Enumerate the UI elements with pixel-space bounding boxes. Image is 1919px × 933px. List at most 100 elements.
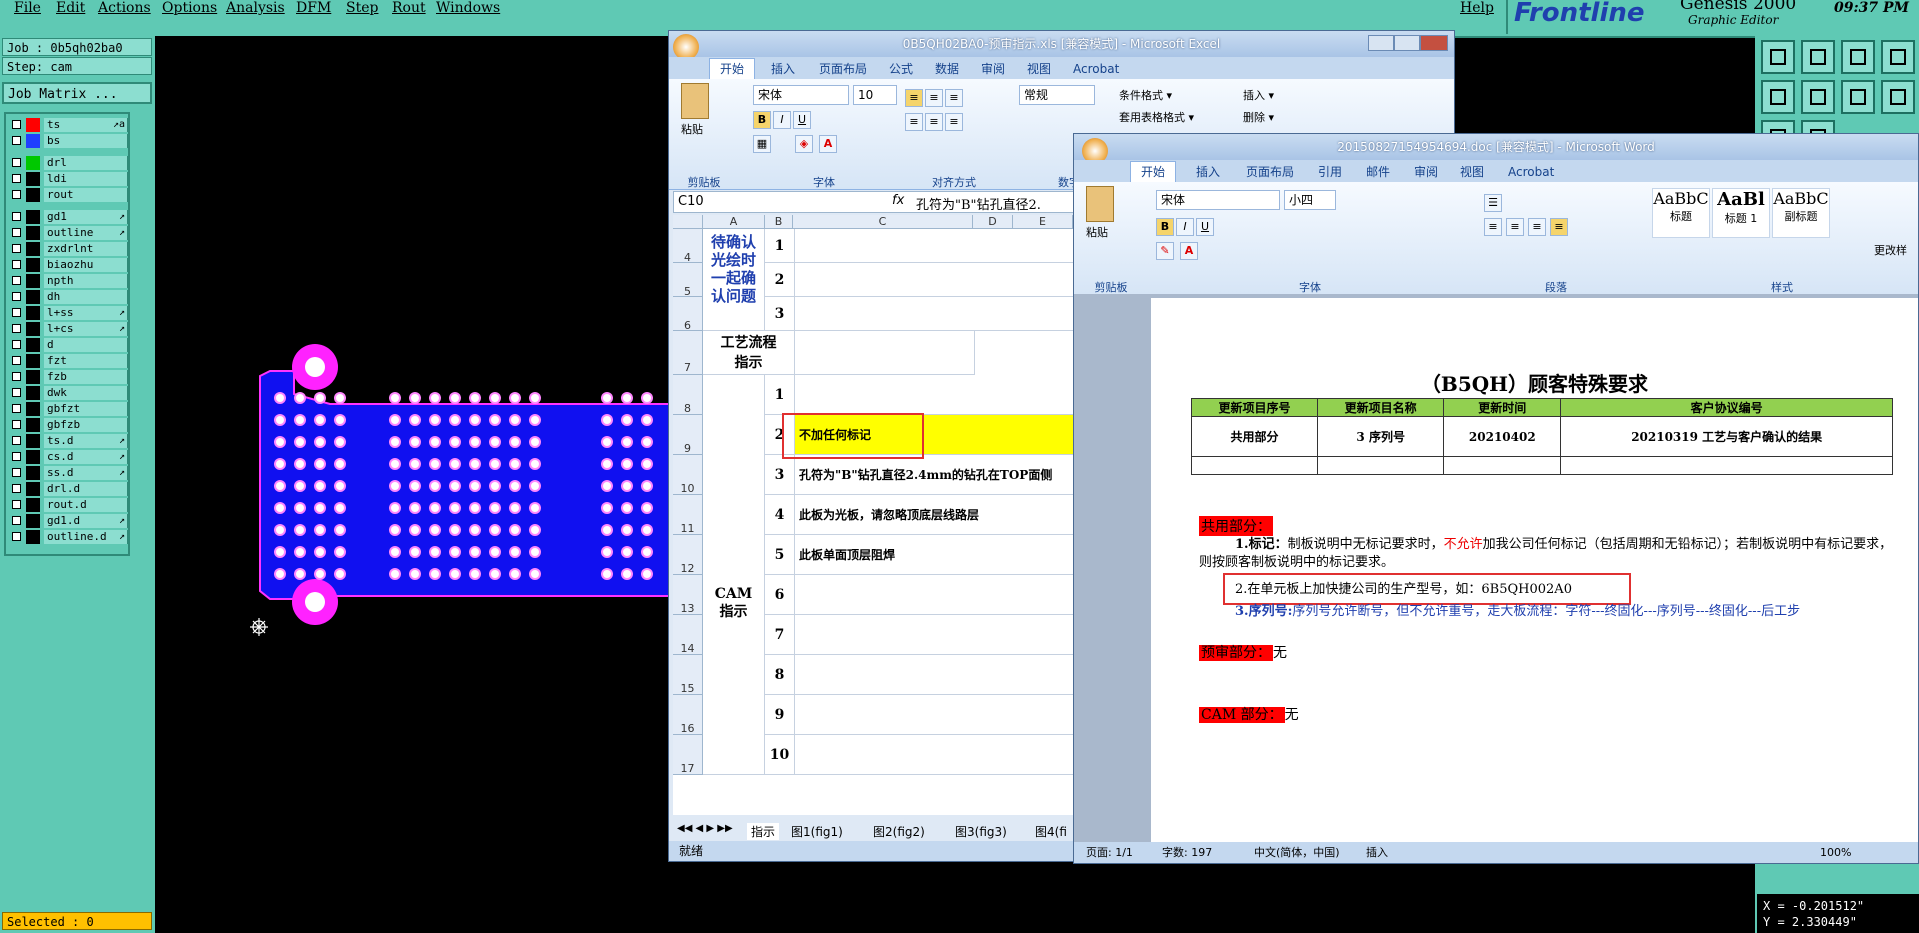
layer-row-dh[interactable]: dh [10,290,128,304]
menu-actions[interactable]: Actions [98,0,151,16]
row-header[interactable]: 15 [673,655,703,695]
cell-b[interactable]: 2 [765,263,795,297]
cell-c[interactable] [795,331,975,375]
sheet-tab-3[interactable]: 图2(fig2) [873,823,925,840]
cell-c[interactable] [795,375,1075,415]
cell-c[interactable]: 此板为光板，请忽略顶底层线路层 [795,495,1075,535]
toolbar-button-swap-icon[interactable] [1841,80,1875,114]
sheet-tab-4[interactable]: 图3(fig3) [955,823,1007,840]
menu-file[interactable]: File [14,0,41,16]
style-heading1[interactable]: AaBl 标题 1 [1712,188,1770,238]
layer-checkbox[interactable] [12,292,21,301]
border-icon[interactable]: ▦ [753,135,771,153]
menu-dfm[interactable]: DFM [296,0,331,16]
layer-checkbox[interactable] [12,372,21,381]
layer-color-swatch[interactable] [26,188,40,202]
step-field[interactable]: Step: cam [2,57,152,75]
layer-checkbox[interactable] [12,276,21,285]
layer-checkbox[interactable] [12,136,21,145]
layer-color-swatch[interactable] [26,258,40,272]
layer-row-npth[interactable]: npth [10,274,128,288]
word-font-name[interactable]: 宋体 [1156,190,1280,210]
layer-checkbox[interactable] [12,356,21,365]
layer-row-rout.d[interactable]: rout.d [10,498,128,512]
layer-color-swatch[interactable] [26,498,40,512]
word-bold-button[interactable]: B [1156,218,1174,236]
cell-b[interactable]: 8 [765,655,795,695]
excel-tab-review[interactable]: 审阅 [971,59,1015,79]
layer-checkbox[interactable] [12,228,21,237]
bullets-icon[interactable]: ☰ [1484,194,1502,212]
layer-row-rout[interactable]: rout [10,188,128,202]
conditional-format-button[interactable]: 条件格式 ▾ [1119,87,1172,103]
layer-checkbox[interactable] [12,436,21,445]
cell-b[interactable]: 6 [765,575,795,615]
word-align-left-icon[interactable]: ≡ [1484,218,1502,236]
layer-color-swatch[interactable] [26,402,40,416]
menu-windows[interactable]: Windows [436,0,500,16]
layer-checkbox[interactable] [12,484,21,493]
layer-checkbox[interactable] [12,452,21,461]
name-box[interactable]: C10 [678,194,828,209]
layer-color-swatch[interactable] [26,354,40,368]
layer-row-gd1.d[interactable]: gd1.d ↗ [10,514,128,528]
word-font-size[interactable]: 小四 [1284,190,1336,210]
layer-row-d[interactable]: d [10,338,128,352]
cell-b[interactable]: 1 [765,375,795,415]
delete-cells-button[interactable]: 删除 ▾ [1243,109,1274,125]
word-align-center-icon[interactable]: ≡ [1506,218,1524,236]
zoom-level[interactable]: 100% [1820,842,1851,863]
layer-row-fzb[interactable]: fzb [10,370,128,384]
layer-color-swatch[interactable] [26,482,40,496]
excel-tab-formulas[interactable]: 公式 [879,59,923,79]
cell-c[interactable] [795,229,1075,263]
layer-color-swatch[interactable] [26,242,40,256]
row-header[interactable]: 11 [673,495,703,535]
layer-checkbox[interactable] [12,500,21,509]
layer-checkbox[interactable] [12,420,21,429]
sheet-nav-icon[interactable]: ◀◀ ◀ ▶ ▶▶ [677,823,733,834]
status-language[interactable]: 中文(简体，中国) [1254,842,1340,863]
layer-checkbox[interactable] [12,190,21,199]
layer-color-swatch[interactable] [26,370,40,384]
align-right-icon[interactable]: ≡ [945,113,963,131]
italic-button[interactable]: I [773,111,791,129]
excel-grid[interactable]: A B C D E 4 5 6 7 8 9 10 11 12 13 14 15 16 17 待确认光绘时一起确认问题工… [673,215,1075,815]
cell-a-confirm[interactable]: 待确认光绘时一起确认问题 [703,229,765,331]
word-tab-page-layout[interactable]: 页面布局 [1236,162,1304,182]
layer-checkbox[interactable] [12,212,21,221]
cell-a-cam[interactable]: CAM指示 [703,375,765,775]
sheet-tab-5[interactable]: 图4(fi [1035,823,1067,840]
excel-tab-page-layout[interactable]: 页面布局 [809,59,877,79]
layer-row-cs.d[interactable]: cs.d ↗ [10,450,128,464]
paste-icon[interactable] [681,83,709,119]
layer-row-gd1[interactable]: gd1 ↗ [10,210,128,224]
word-align-right-icon[interactable]: ≡ [1528,218,1546,236]
layer-checkbox[interactable] [12,516,21,525]
menu-analysis[interactable]: Analysis [226,0,285,16]
cell-c[interactable] [795,655,1075,695]
layer-row-drl[interactable]: drl [10,156,128,170]
layer-color-swatch[interactable] [26,156,40,170]
row-header[interactable]: 5 [673,263,703,298]
layer-row-ss.d[interactable]: ss.d ↗ [10,466,128,480]
change-styles-button[interactable]: 更改样 [1874,242,1907,258]
column-header-E[interactable]: E [1013,215,1073,229]
layer-row-ts[interactable]: ts ↗a [10,118,128,132]
layer-checkbox[interactable] [12,340,21,349]
layer-color-swatch[interactable] [26,226,40,240]
layer-color-swatch[interactable] [26,210,40,224]
row-header[interactable]: 9 [673,415,703,455]
align-middle-icon[interactable]: ≡ [925,89,943,107]
row-header[interactable]: 7 [673,331,703,375]
layer-color-swatch[interactable] [26,134,40,148]
align-top-icon[interactable]: ≡ [905,89,923,107]
cell-b[interactable]: 3 [765,455,795,495]
row-header[interactable]: 12 [673,535,703,575]
style-subtitle[interactable]: AaBbC 副标题 [1772,188,1830,238]
align-left-icon[interactable]: ≡ [905,113,923,131]
maximize-icon[interactable] [1394,35,1420,51]
layer-checkbox[interactable] [12,404,21,413]
job-field[interactable]: Job : 0b5qh02ba0 [2,38,152,56]
align-center-icon[interactable]: ≡ [925,113,943,131]
